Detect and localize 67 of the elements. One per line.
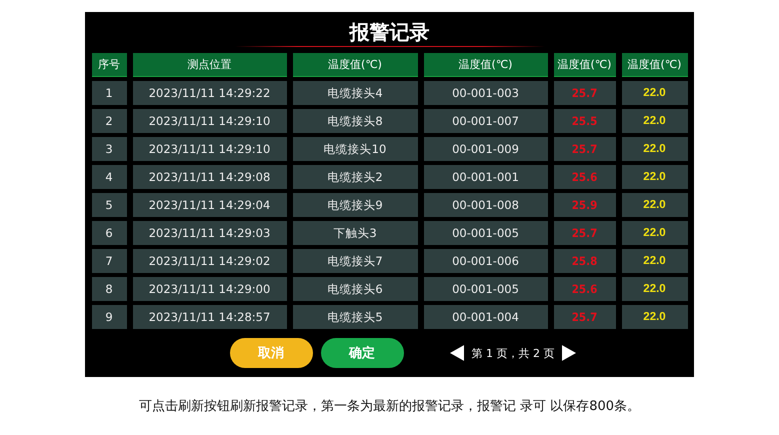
table-cell: 00-001-003 [424,81,548,105]
table-cell: 00-001-007 [424,109,548,133]
table-cell: 2023/11/11 14:29:10 [132,109,286,133]
table-cell: 00-001-008 [424,193,548,217]
table-cell: 4 [92,165,126,189]
table-cell: 25.6 [554,165,616,189]
table-cell: 下触头3 [292,221,418,245]
next-page-icon[interactable] [562,345,576,361]
table-cell: 电缆接头6 [292,277,418,301]
table-cell: 电缆接头10 [292,137,418,161]
table-cell: 22.0 [622,305,688,329]
table-cell: 电缆接头9 [292,193,418,217]
column-header: 测点位置 [132,53,286,77]
table-cell: 22.0 [622,277,688,301]
column-header: 序号 [92,53,126,77]
table-cell: 3 [92,137,126,161]
table-cell: 电缆接头4 [292,81,418,105]
table-cell: 22.0 [622,109,688,133]
table-cell: 22.0 [622,137,688,161]
confirm-button[interactable]: 确定 [320,338,404,368]
table-cell: 00-001-009 [424,137,548,161]
column-header: 温度值(℃) [554,53,616,77]
table-cell: 电缆接头7 [292,249,418,273]
table-cell: 00-001-004 [424,305,548,329]
table-cell: 2023/11/11 14:29:02 [132,249,286,273]
table-cell: 25.6 [554,277,616,301]
table-cell: 电缆接头8 [292,109,418,133]
table-cell: 6 [92,221,126,245]
page-indicator: 第 1 页，共 2 页 [472,346,554,360]
table-cell: 2023/11/11 14:29:03 [132,221,286,245]
table-cell: 22.0 [622,81,688,105]
table-cell: 25.8 [554,249,616,273]
table-cell: 25.9 [554,193,616,217]
table-cell: 2023/11/11 14:29:04 [132,193,286,217]
table-cell: 25.7 [554,221,616,245]
cancel-button[interactable]: 取消 [230,338,312,368]
table-cell: 电缆接头5 [292,305,418,329]
table-cell: 8 [92,277,126,301]
table-cell: 电缆接头2 [292,165,418,189]
caption-text: 可点击刷新按钮刷新报警记录，第一条为最新的报警记录，报警记 录可 以保存800条。 [138,398,640,415]
table-cell: 22.0 [622,249,688,273]
column-header: 温度值(℃) [292,53,418,77]
table-cell: 1 [92,81,126,105]
table-cell: 22.0 [622,221,688,245]
table-cell: 00-001-005 [424,277,548,301]
panel-title: 报警记录 [350,19,430,46]
column-header: 温度值(℃) [622,53,688,77]
table-cell: 2 [92,109,126,133]
table-cell: 00-001-006 [424,249,548,273]
table-cell: 2023/11/11 14:29:10 [132,137,286,161]
table-cell: 00-001-005 [424,221,548,245]
table-cell: 5 [92,193,126,217]
table-cell: 2023/11/11 14:29:08 [132,165,286,189]
table-cell: 25.7 [554,81,616,105]
table-cell: 25.7 [554,137,616,161]
previous-page-icon[interactable] [450,345,464,361]
table-cell: 25.7 [554,305,616,329]
table-cell: 2023/11/11 14:29:00 [132,277,286,301]
table-cell: 00-001-001 [424,165,548,189]
table-cell: 2023/11/11 14:28:57 [132,305,286,329]
table-cell: 7 [92,249,126,273]
column-header: 温度值(℃) [424,53,548,77]
table-cell: 22.0 [622,165,688,189]
table-cell: 2023/11/11 14:29:22 [132,81,286,105]
table-cell: 25.5 [554,109,616,133]
table-cell: 22.0 [622,193,688,217]
table-cell: 9 [92,305,126,329]
